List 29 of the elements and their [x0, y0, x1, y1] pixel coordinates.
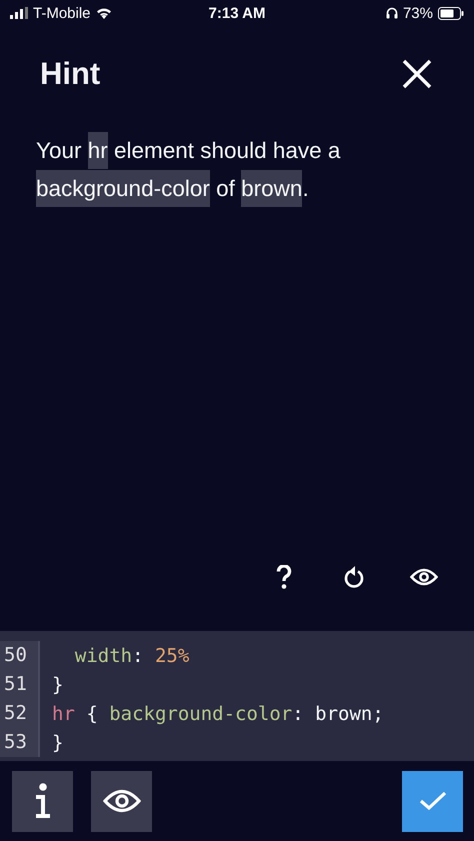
- code-line: }: [51, 732, 64, 754]
- line-number: 50: [0, 641, 40, 670]
- code-line: width: 25%: [74, 644, 190, 666]
- info-button[interactable]: [12, 770, 73, 832]
- eye-icon: [102, 789, 140, 813]
- code-line: hr { background-color: brown;: [51, 702, 384, 724]
- hint-title: Hint: [40, 56, 100, 92]
- wifi-icon: [96, 7, 112, 19]
- code-editor[interactable]: 50 width: 25% 51 } 52 hr { background-color: brown; 53 }: [0, 631, 474, 761]
- line-number: 53: [0, 728, 40, 757]
- clock-time: 7:13 AM: [208, 4, 266, 22]
- line-number: 52: [0, 699, 40, 728]
- signal-icon: [10, 7, 28, 19]
- hint-text: Your hr element should have a background-color of brown.: [36, 132, 444, 208]
- info-icon: [34, 783, 52, 819]
- close-button[interactable]: [400, 57, 434, 91]
- battery-icon: [438, 6, 464, 20]
- close-icon: [402, 59, 432, 89]
- carrier-name: T-Mobile: [33, 4, 91, 22]
- code-line: }: [51, 674, 64, 696]
- battery-percent: 73%: [402, 4, 433, 22]
- eye-icon: [410, 568, 438, 586]
- headphones-icon: [386, 7, 398, 19]
- reset-icon: [343, 565, 365, 589]
- question-mark-icon: [276, 565, 292, 589]
- line-number: 51: [0, 670, 40, 699]
- checkmark-icon: [418, 791, 446, 811]
- submit-button[interactable]: [402, 770, 463, 832]
- preview-button[interactable]: [91, 770, 152, 832]
